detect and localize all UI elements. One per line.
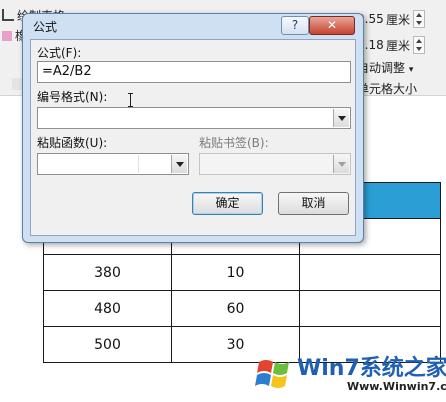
table-cell[interactable]: 10 (171, 254, 300, 291)
chevron-down-icon: ▾ (408, 65, 414, 75)
row-height-spinner[interactable] (413, 10, 425, 28)
help-button[interactable]: ? (281, 16, 309, 35)
dialog-body: 公式(F): =A2/B2 编号格式(N): 粘贴函数(U): 粘贴书签(B):… (30, 39, 356, 236)
site-watermark: Win7系统之家 Www.Winwin7.com (255, 350, 446, 402)
table-cell[interactable]: 480 (43, 290, 172, 327)
ok-button[interactable]: 确定 (192, 192, 263, 215)
column-width-unit: 厘米 (386, 38, 411, 53)
paste-function-select[interactable] (37, 153, 189, 175)
table-cell[interactable] (299, 290, 441, 327)
formula-input[interactable]: =A2/B2 (37, 61, 351, 83)
row-height-unit: 厘米 (386, 12, 411, 27)
dialog-titlebar[interactable]: 公式 ? ✕ (23, 14, 363, 36)
number-format-label: 编号格式(N): (37, 90, 108, 104)
cell-size-group: 0.55 厘米 4.18 厘米 自动调整 ▾ 单元格大小 (357, 6, 446, 100)
close-button[interactable]: ✕ (309, 16, 355, 35)
dialog-title: 公式 (33, 20, 58, 34)
watermark-brand: Win7系统之家 (297, 356, 446, 381)
cancel-button[interactable]: 取消 (278, 192, 349, 215)
column-width-control[interactable]: 4.18 厘米 (357, 32, 446, 58)
number-format-select[interactable] (37, 107, 351, 129)
autofit-button[interactable]: 自动调整 ▾ (357, 58, 446, 78)
table-cell[interactable] (299, 254, 441, 291)
text-cursor-icon (128, 93, 133, 107)
table-cell[interactable]: 500 (43, 326, 172, 363)
paste-bookmark-label: 粘贴书签(B): (199, 136, 269, 150)
table-row: 480 60 (43, 290, 441, 327)
chevron-down-icon[interactable] (333, 109, 349, 127)
formula-dialog: 公式 ? ✕ 公式(F): =A2/B2 编号格式(N): 粘贴函数(U): 粘… (22, 13, 364, 243)
chevron-down-icon (333, 155, 349, 173)
table-cell[interactable]: 380 (43, 254, 172, 291)
cell-size-group-label: 单元格大小 (357, 82, 418, 96)
windows-logo-icon (255, 360, 289, 388)
watermark-url: Www.Winwin7.com (347, 380, 446, 393)
column-width-spinner[interactable] (413, 36, 425, 54)
combo-separator (138, 155, 139, 173)
row-height-control[interactable]: 0.55 厘米 (357, 6, 446, 32)
chevron-down-icon[interactable] (171, 155, 187, 173)
table-row: 380 10 (43, 254, 441, 291)
formula-label: 公式(F): (37, 46, 82, 60)
pencil-icon (2, 9, 14, 21)
paste-function-label: 粘贴函数(U): (37, 136, 108, 150)
eraser-icon (2, 31, 12, 41)
table-cell[interactable]: 60 (171, 290, 300, 327)
paste-bookmark-select[interactable] (199, 153, 351, 175)
